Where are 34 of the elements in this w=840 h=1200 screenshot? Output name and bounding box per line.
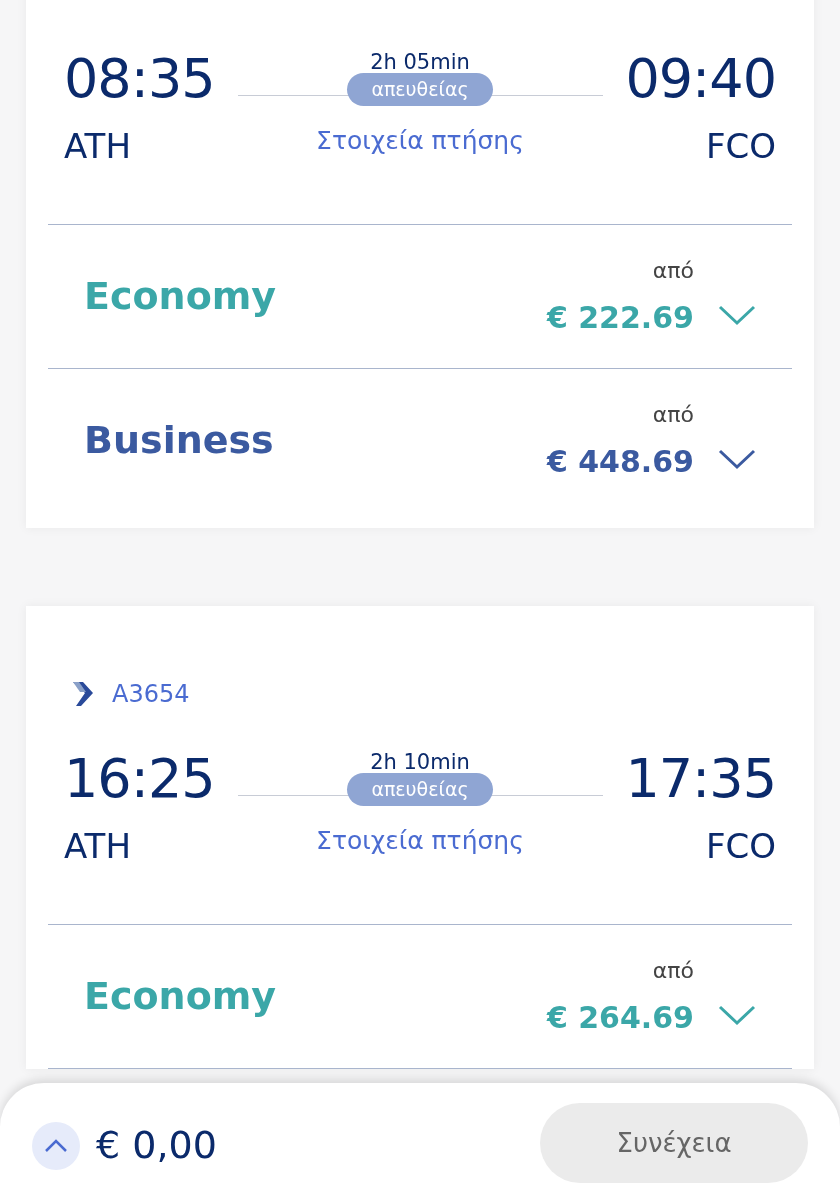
fare-price: € 222.69: [546, 298, 694, 337]
arrival-airport: FCO: [704, 825, 776, 868]
cabin-class: Economy: [84, 273, 277, 320]
flight-details-link[interactable]: Στοιχεία πτήσης: [316, 121, 524, 159]
flight-duration: 2h 10min: [370, 752, 470, 773]
price-prefix: από: [652, 256, 694, 285]
expand-button[interactable]: [32, 1121, 80, 1170]
stops-badge: απευθείας: [347, 73, 493, 106]
arrival-time: 17:35: [625, 752, 776, 806]
departure-airport: ATH: [64, 125, 132, 168]
cabin-class: Economy: [84, 973, 277, 1020]
flight-number: A3654: [112, 679, 190, 710]
chevron-down-icon[interactable]: [718, 303, 756, 326]
stops-badge: απευθείας: [347, 773, 493, 806]
fare-price: € 448.69: [546, 442, 694, 481]
fare-row[interactable]: Economy από € 222.69: [48, 225, 792, 368]
airline-logo-icon: [70, 680, 96, 708]
chevron-up-icon: [44, 1138, 68, 1153]
flight-duration: 2h 05min: [370, 52, 470, 73]
chevron-down-icon[interactable]: [718, 447, 756, 470]
departure-airport: ATH: [64, 825, 132, 868]
cabin-class: Business: [84, 417, 274, 464]
price-prefix: από: [652, 400, 694, 429]
departure-time: 16:25: [64, 752, 215, 806]
arrival-time: 09:40: [625, 52, 776, 106]
flight-details-link[interactable]: Στοιχεία πτήσης: [316, 821, 524, 859]
departure-time: 08:35: [64, 52, 215, 106]
total-price: € 0,00: [96, 1122, 217, 1169]
fare-price: € 264.69: [546, 998, 694, 1037]
fare-row[interactable]: Economy από € 264.69: [48, 925, 792, 1068]
fare-row[interactable]: Business από € 448.69: [48, 369, 792, 512]
price-prefix: από: [652, 956, 694, 985]
chevron-down-icon[interactable]: [718, 1003, 756, 1026]
arrival-airport: FCO: [704, 125, 776, 168]
